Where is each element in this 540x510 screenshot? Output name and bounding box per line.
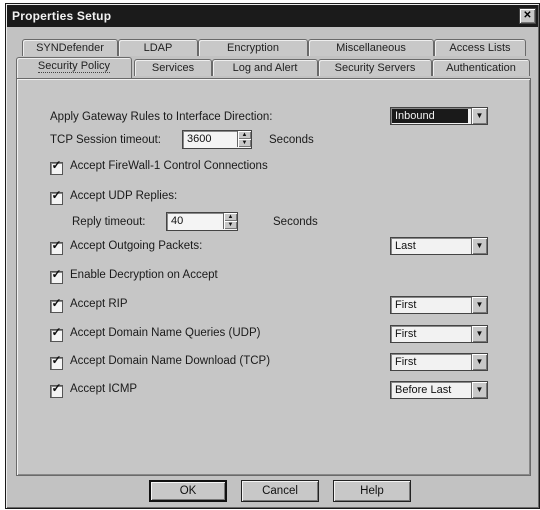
spin-down-icon[interactable]: ▼: [237, 139, 251, 147]
rip-checkbox[interactable]: ✓: [50, 296, 63, 313]
tcp-timeout-unit: Seconds: [269, 134, 314, 146]
tab-encryption[interactable]: Encryption: [198, 39, 308, 56]
outgoing-packets-select[interactable]: Last ▼: [390, 237, 488, 255]
checkmark-icon: ✓: [51, 381, 62, 395]
spin-down-icon[interactable]: ▼: [223, 221, 237, 229]
checkmark-icon: ✓: [51, 238, 62, 252]
checkmark-icon: ✓: [51, 353, 62, 367]
tab-log-and-alert[interactable]: Log and Alert: [212, 59, 318, 76]
gateway-direction-select[interactable]: Inbound ▼: [390, 107, 488, 125]
chevron-down-icon[interactable]: ▼: [471, 297, 487, 313]
checkmark-icon: ✓: [51, 296, 62, 310]
rip-label: Accept RIP: [70, 298, 128, 310]
dns-tcp-label: Accept Domain Name Download (TCP): [70, 355, 271, 367]
spin-up-icon[interactable]: ▲: [223, 213, 237, 221]
tab-services[interactable]: Services: [134, 59, 212, 76]
checkmark-icon: ✓: [51, 158, 62, 172]
udp-replies-checkbox[interactable]: ✓: [50, 188, 63, 205]
outgoing-packets-label: Accept Outgoing Packets:: [70, 240, 203, 252]
tcp-timeout-spinner[interactable]: 3600 ▲ ▼: [182, 130, 252, 149]
window-title: Properties Setup: [12, 9, 112, 23]
reply-timeout-label: Reply timeout:: [72, 216, 146, 228]
checkmark-icon: ✓: [51, 325, 62, 339]
tab-ldap[interactable]: LDAP: [118, 39, 198, 56]
udp-replies-label: Accept UDP Replies:: [70, 190, 178, 202]
help-button[interactable]: Help: [333, 480, 411, 502]
dns-udp-select[interactable]: First ▼: [390, 325, 488, 343]
icmp-label: Accept ICMP: [70, 383, 138, 395]
tab-authentication[interactable]: Authentication: [432, 59, 530, 76]
cancel-button[interactable]: Cancel: [241, 480, 319, 502]
spin-up-icon[interactable]: ▲: [237, 131, 251, 139]
checkmark-icon: ✓: [51, 188, 62, 202]
dns-tcp-checkbox[interactable]: ✓: [50, 353, 63, 370]
security-policy-panel: Apply Gateway Rules to Interface Directi…: [16, 78, 531, 476]
chevron-down-icon[interactable]: ▼: [471, 238, 487, 254]
tab-syndefender[interactable]: SYNDefender: [22, 39, 118, 56]
icmp-select[interactable]: Before Last ▼: [390, 381, 488, 399]
rip-select[interactable]: First ▼: [390, 296, 488, 314]
chevron-down-icon[interactable]: ▼: [471, 382, 487, 398]
tab-security-servers[interactable]: Security Servers: [318, 59, 432, 76]
outgoing-packets-checkbox[interactable]: ✓: [50, 238, 63, 255]
firewall-control-checkbox[interactable]: ✓: [50, 158, 63, 175]
decryption-checkbox[interactable]: ✓: [50, 267, 63, 284]
icmp-checkbox[interactable]: ✓: [50, 381, 63, 398]
close-icon[interactable]: ✕: [519, 8, 536, 24]
tab-security-policy[interactable]: Security Policy: [16, 57, 132, 78]
properties-setup-dialog: Properties Setup ✕ SYNDefender LDAP Encr…: [5, 3, 540, 509]
checkmark-icon: ✓: [51, 267, 62, 281]
tab-miscellaneous[interactable]: Miscellaneous: [308, 39, 434, 56]
gateway-rules-label: Apply Gateway Rules to Interface Directi…: [50, 111, 273, 123]
title-bar: Properties Setup ✕: [7, 5, 538, 27]
tcp-timeout-label: TCP Session timeout:: [50, 134, 162, 146]
reply-timeout-unit: Seconds: [273, 216, 318, 228]
firewall-control-label: Accept FireWall-1 Control Connections: [70, 160, 268, 172]
chevron-down-icon[interactable]: ▼: [471, 108, 487, 124]
dns-udp-label: Accept Domain Name Queries (UDP): [70, 327, 261, 339]
reply-timeout-spinner[interactable]: 40 ▲ ▼: [166, 212, 238, 231]
ok-button[interactable]: OK: [149, 480, 227, 502]
decryption-label: Enable Decryption on Accept: [70, 269, 218, 281]
chevron-down-icon[interactable]: ▼: [471, 354, 487, 370]
tab-access-lists[interactable]: Access Lists: [434, 39, 526, 56]
dns-tcp-select[interactable]: First ▼: [390, 353, 488, 371]
dns-udp-checkbox[interactable]: ✓: [50, 325, 63, 342]
chevron-down-icon[interactable]: ▼: [471, 326, 487, 342]
